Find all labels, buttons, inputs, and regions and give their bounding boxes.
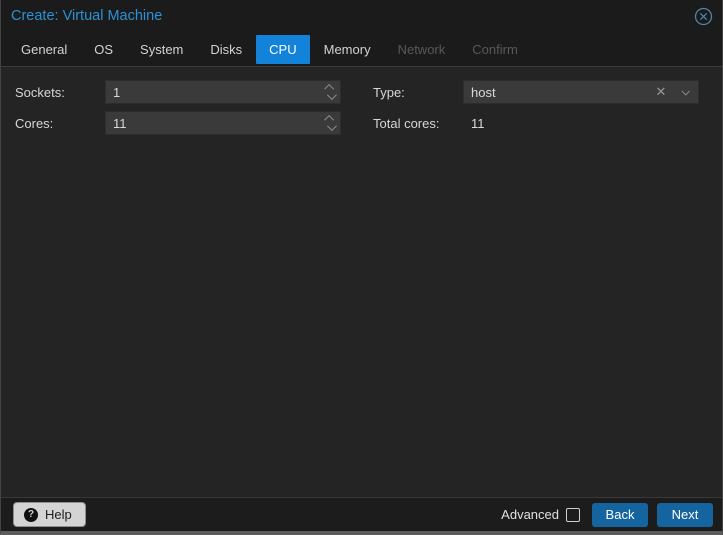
cores-label: Cores: [1,116,105,131]
tab-cpu[interactable]: CPU [256,35,309,64]
chevron-down-icon[interactable] [672,81,698,103]
sockets-field [105,80,341,104]
type-input[interactable] [464,85,650,100]
help-button[interactable]: ? Help [13,502,86,527]
clear-icon[interactable]: ✕ [650,84,672,100]
type-row: Type: ✕ [359,80,717,104]
tab-network: Network [385,35,459,64]
cores-spinner[interactable] [320,112,340,134]
cpu-form-panel: Sockets: Cores: [1,67,722,497]
create-vm-dialog: Create: Virtual Machine General OS Syste… [0,0,723,535]
dialog-footer: ? Help Advanced Back Next [1,497,722,531]
circled-x-icon [694,7,713,26]
sockets-row: Sockets: [1,80,359,104]
back-button[interactable]: Back [592,503,648,527]
cores-input[interactable] [106,116,320,131]
tab-general[interactable]: General [8,35,80,64]
type-label: Type: [359,85,463,100]
sockets-spinner[interactable] [320,81,340,103]
tab-confirm: Confirm [459,35,531,64]
total-cores-row: Total cores: 11 [359,111,717,135]
form-right-column: Type: ✕ Total cores: 11 [359,80,717,142]
cores-field [105,111,341,135]
close-button[interactable] [694,7,713,26]
sockets-input[interactable] [106,85,320,100]
type-combobox: ✕ [463,80,699,104]
total-cores-value: 11 [463,116,485,131]
next-button[interactable]: Next [657,503,713,527]
tab-system[interactable]: System [127,35,196,64]
tab-os[interactable]: OS [81,35,126,64]
advanced-label: Advanced [501,507,559,522]
footer-actions: Advanced Back Next [501,503,713,527]
tab-disks[interactable]: Disks [197,35,255,64]
dialog-title: Create: Virtual Machine [11,8,162,24]
sockets-label: Sockets: [1,85,105,100]
tab-memory[interactable]: Memory [311,35,384,64]
question-circle-icon: ? [24,508,38,522]
cores-row: Cores: [1,111,359,135]
help-button-label: Help [45,507,72,522]
total-cores-label: Total cores: [359,116,463,131]
type-combo-tools: ✕ [650,81,698,103]
dialog-titlebar: Create: Virtual Machine [1,0,722,32]
form-left-column: Sockets: Cores: [1,80,359,142]
wizard-tabbar: General OS System Disks CPU Memory Netwo… [1,32,722,67]
advanced-checkbox[interactable] [566,508,580,522]
